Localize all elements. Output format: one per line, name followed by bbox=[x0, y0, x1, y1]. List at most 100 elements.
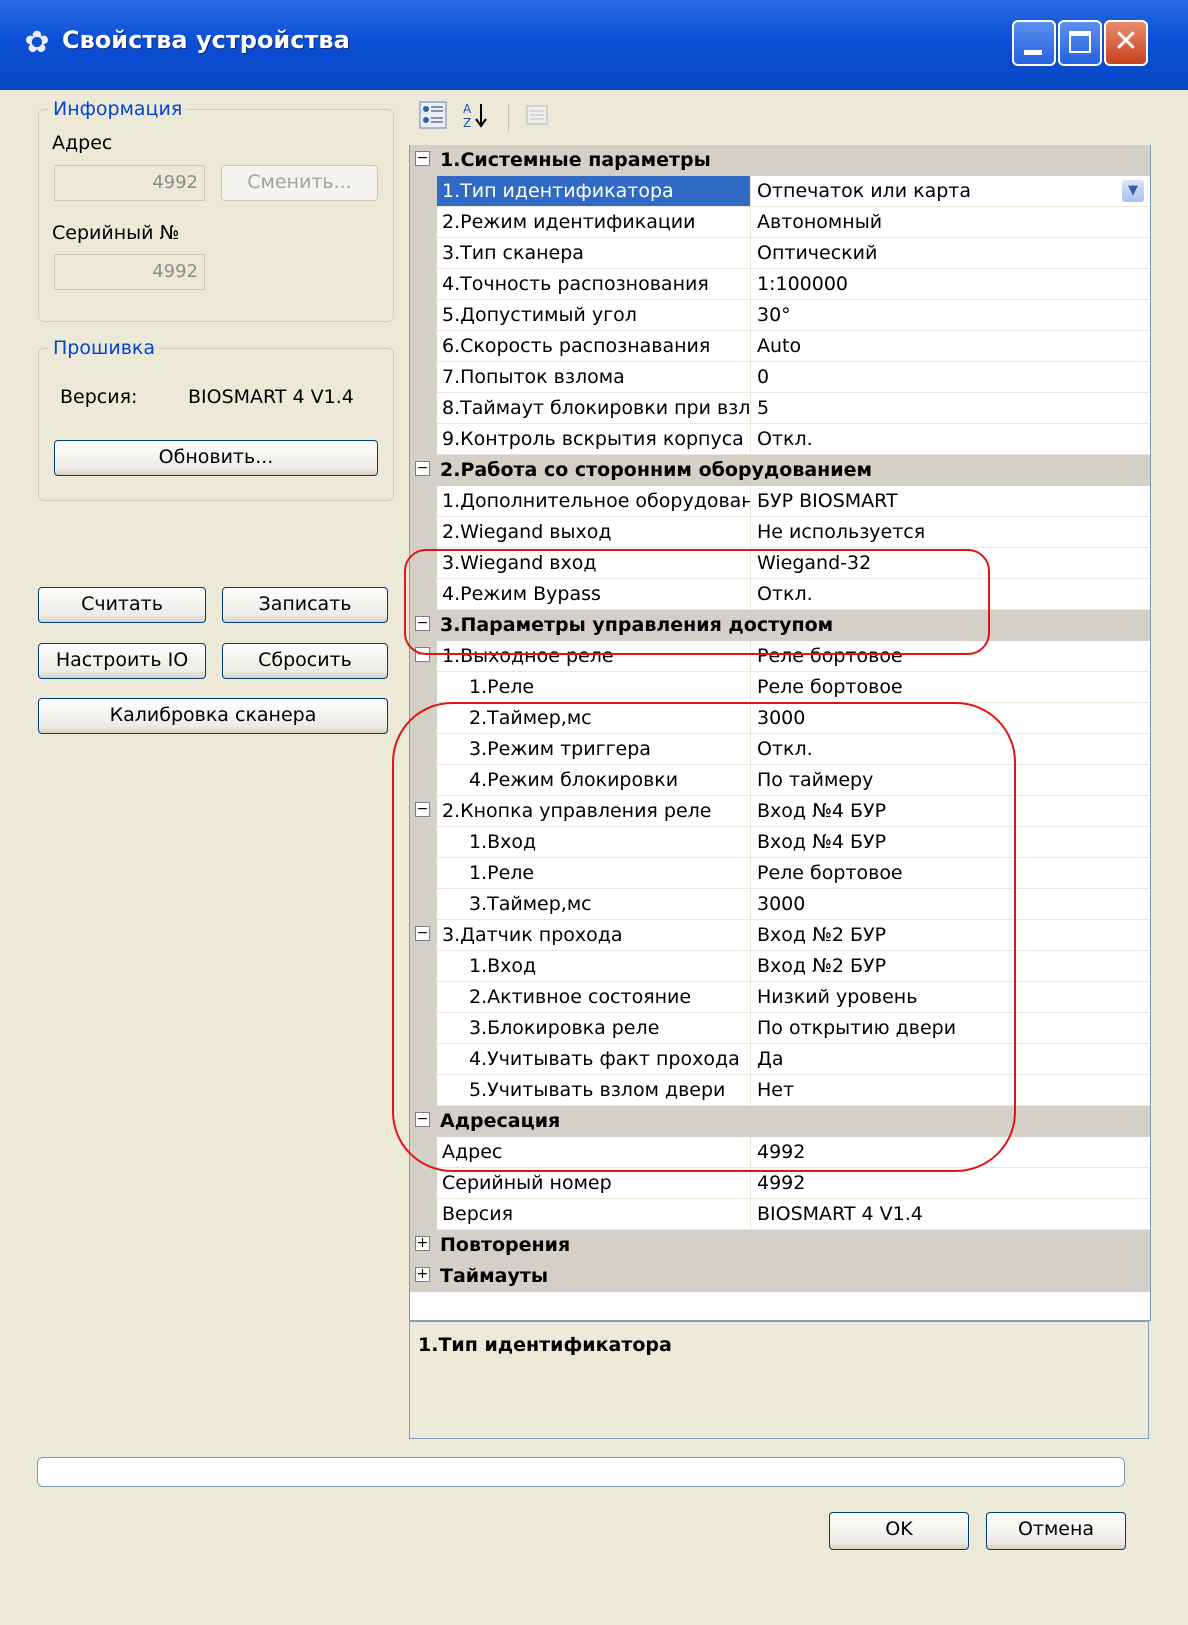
grid-property-row[interactable]: −1.Выходное реле Реле бортовое bbox=[410, 641, 1150, 672]
grid-property-name[interactable]: 3.Таймер,мс bbox=[437, 889, 751, 920]
grid-property-value[interactable]: Auto bbox=[751, 331, 1150, 362]
collapse-icon[interactable]: − bbox=[415, 926, 430, 941]
grid-property-value[interactable]: Да bbox=[751, 1044, 1150, 1075]
grid-property-name[interactable]: 4.Режим блокировки bbox=[437, 765, 751, 796]
grid-property-value[interactable]: 3000 bbox=[751, 703, 1150, 734]
grid-property-row[interactable]: Серийный номер 4992 bbox=[410, 1168, 1150, 1199]
grid-property-value[interactable]: БУР BIOSMART bbox=[751, 486, 1150, 517]
grid-property-value[interactable]: Реле бортовое bbox=[751, 641, 1150, 672]
grid-property-value[interactable]: 4992 bbox=[751, 1137, 1150, 1168]
grid-property-row[interactable]: Адрес 4992 bbox=[410, 1137, 1150, 1168]
grid-property-name[interactable]: 2.Режим идентификации bbox=[437, 207, 751, 238]
grid-property-row[interactable]: 3.Wiegand вход Wiegand-32 bbox=[410, 548, 1150, 579]
ok-button[interactable]: OK bbox=[829, 1512, 969, 1550]
grid-property-name[interactable]: 3.Wiegand вход bbox=[437, 548, 751, 579]
grid-property-name[interactable]: 1.Тип идентификатора bbox=[437, 176, 751, 207]
grid-property-row[interactable]: 6.Скорость распознавания Auto bbox=[410, 331, 1150, 362]
grid-property-row[interactable]: 2.Режим идентификации Автономный bbox=[410, 207, 1150, 238]
grid-property-value[interactable]: Откл. bbox=[751, 579, 1150, 610]
grid-property-row[interactable]: 1.Реле Реле бортовое bbox=[410, 672, 1150, 703]
grid-property-name[interactable]: 3.Датчик прохода bbox=[437, 920, 751, 951]
grid-property-name[interactable]: 7.Попыток взлома bbox=[437, 362, 751, 393]
grid-property-value[interactable]: 30° bbox=[751, 300, 1150, 331]
grid-property-row[interactable]: 4.Режим Bypass Откл. bbox=[410, 579, 1150, 610]
expand-icon[interactable]: + bbox=[415, 1267, 430, 1282]
grid-property-row[interactable]: 1.Тип идентификатора Отпечаток или карта ▼ bbox=[410, 176, 1150, 207]
grid-property-name[interactable]: 4.Точность распознования bbox=[437, 269, 751, 300]
grid-property-name[interactable]: 6.Скорость распознавания bbox=[437, 331, 751, 362]
grid-property-row[interactable]: 4.Точность распознования 1:100000 bbox=[410, 269, 1150, 300]
grid-property-value[interactable]: BIOSMART 4 V1.4 bbox=[751, 1199, 1150, 1230]
grid-property-row[interactable]: 3.Режим триггера Откл. bbox=[410, 734, 1150, 765]
grid-property-value[interactable]: Реле бортовое bbox=[751, 672, 1150, 703]
grid-property-value[interactable]: Нет bbox=[751, 1075, 1150, 1106]
grid-property-name[interactable]: 1.Реле bbox=[437, 672, 751, 703]
grid-property-row[interactable]: −3.Датчик прохода Вход №2 БУР bbox=[410, 920, 1150, 951]
grid-property-name[interactable]: 5.Допустимый угол bbox=[437, 300, 751, 331]
read-button[interactable]: Считать bbox=[38, 587, 206, 623]
address-field[interactable]: 4992 bbox=[54, 165, 205, 201]
grid-property-row[interactable]: Версия BIOSMART 4 V1.4 bbox=[410, 1199, 1150, 1230]
grid-property-value[interactable]: Низкий уровень bbox=[751, 982, 1150, 1013]
grid-property-row[interactable]: 3.Таймер,мс 3000 bbox=[410, 889, 1150, 920]
grid-category-row[interactable]: + Таймауты bbox=[410, 1261, 1150, 1292]
configure-io-button[interactable]: Настроить IO bbox=[38, 643, 206, 679]
grid-property-row[interactable]: 1.Дополнительное оборудовани БУР BIOSMART bbox=[410, 486, 1150, 517]
chevron-down-icon[interactable]: ▼ bbox=[1122, 180, 1144, 202]
collapse-icon[interactable]: − bbox=[415, 647, 430, 662]
grid-property-name[interactable]: 4.Учитывать факт прохода bbox=[437, 1044, 751, 1075]
grid-property-name[interactable]: 2.Активное состояние bbox=[437, 982, 751, 1013]
grid-property-name[interactable]: Адрес bbox=[437, 1137, 751, 1168]
property-pages-button[interactable] bbox=[520, 100, 554, 134]
grid-property-name[interactable]: Серийный номер bbox=[437, 1168, 751, 1199]
grid-category-row[interactable]: −2.Работа со сторонним оборудованием bbox=[410, 455, 1150, 486]
grid-property-name[interactable]: 4.Режим Bypass bbox=[437, 579, 751, 610]
write-button[interactable]: Записать bbox=[222, 587, 388, 623]
grid-property-name[interactable]: 1.Выходное реле bbox=[437, 641, 751, 672]
grid-property-row[interactable]: 5.Допустимый угол 30° bbox=[410, 300, 1150, 331]
grid-property-name[interactable]: 1.Вход bbox=[437, 827, 751, 858]
grid-property-name[interactable]: 2.Таймер,мс bbox=[437, 703, 751, 734]
grid-property-value[interactable]: Вход №2 БУР bbox=[751, 951, 1150, 982]
close-button[interactable]: ✕ bbox=[1104, 20, 1148, 66]
grid-property-name[interactable]: 2.Кнопка управления реле bbox=[437, 796, 751, 827]
collapse-icon[interactable]: − bbox=[415, 151, 430, 166]
grid-category-row[interactable]: −1.Системные параметры bbox=[410, 145, 1150, 176]
collapse-icon[interactable]: − bbox=[415, 1112, 430, 1127]
grid-property-row[interactable]: 4.Режим блокировки По таймеру bbox=[410, 765, 1150, 796]
grid-property-row[interactable]: 8.Таймаут блокировки при взло 5 bbox=[410, 393, 1150, 424]
grid-property-name[interactable]: 3.Блокировка реле bbox=[437, 1013, 751, 1044]
categorized-view-button[interactable] bbox=[416, 100, 450, 134]
grid-property-row[interactable]: 2.Wiegand выход Не используется bbox=[410, 517, 1150, 548]
minimize-button[interactable] bbox=[1012, 20, 1056, 66]
grid-property-row[interactable]: 4.Учитывать факт прохода Да bbox=[410, 1044, 1150, 1075]
grid-property-name[interactable]: 1.Вход bbox=[437, 951, 751, 982]
grid-property-name[interactable]: 3.Тип сканера bbox=[437, 238, 751, 269]
cancel-button[interactable]: Отмена bbox=[986, 1512, 1126, 1550]
grid-property-row[interactable]: 2.Таймер,мс 3000 bbox=[410, 703, 1150, 734]
grid-property-value[interactable]: Откл. bbox=[751, 424, 1150, 455]
grid-property-row[interactable]: 3.Тип сканера Оптический bbox=[410, 238, 1150, 269]
grid-property-value[interactable]: Wiegand-32 bbox=[751, 548, 1150, 579]
grid-property-value[interactable]: По открытию двери bbox=[751, 1013, 1150, 1044]
grid-property-name[interactable]: Версия bbox=[437, 1199, 751, 1230]
grid-property-row[interactable]: 2.Активное состояние Низкий уровень bbox=[410, 982, 1150, 1013]
grid-category-row[interactable]: −3.Параметры управления доступом bbox=[410, 610, 1150, 641]
update-firmware-button[interactable]: Обновить... bbox=[54, 440, 378, 476]
grid-property-value[interactable]: 3000 bbox=[751, 889, 1150, 920]
title-bar[interactable]: ✿ Свойства устройства ✕ bbox=[0, 0, 1188, 90]
grid-property-value[interactable]: Вход №2 БУР bbox=[751, 920, 1150, 951]
grid-property-value[interactable]: Откл. bbox=[751, 734, 1150, 765]
grid-property-row[interactable]: 7.Попыток взлома 0 bbox=[410, 362, 1150, 393]
grid-property-value[interactable]: Не используется bbox=[751, 517, 1150, 548]
grid-property-value[interactable]: 0 bbox=[751, 362, 1150, 393]
grid-property-value[interactable]: 1:100000 bbox=[751, 269, 1150, 300]
grid-property-row[interactable]: −2.Кнопка управления реле Вход №4 БУР bbox=[410, 796, 1150, 827]
expand-icon[interactable]: + bbox=[415, 1236, 430, 1251]
grid-property-row[interactable]: 1.Вход Вход №4 БУР bbox=[410, 827, 1150, 858]
grid-property-row[interactable]: 1.Реле Реле бортовое bbox=[410, 858, 1150, 889]
maximize-button[interactable] bbox=[1058, 20, 1102, 66]
grid-property-row[interactable]: 5.Учитывать взлом двери Нет bbox=[410, 1075, 1150, 1106]
change-address-button[interactable]: Сменить... bbox=[221, 165, 378, 201]
grid-property-value[interactable]: По таймеру bbox=[751, 765, 1150, 796]
